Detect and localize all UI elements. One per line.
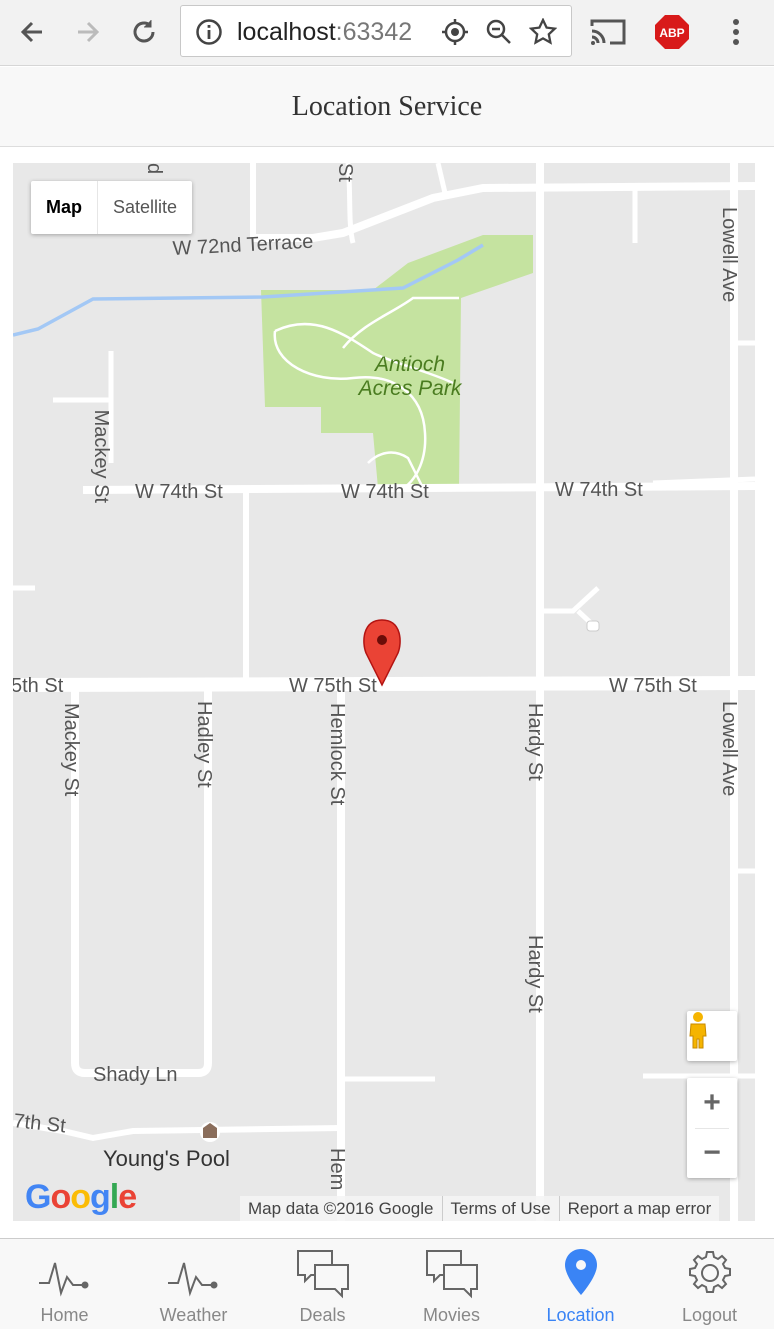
map-type-map-button[interactable]: Map — [31, 181, 98, 234]
tab-location[interactable]: Location — [516, 1239, 645, 1329]
pool-poi-icon[interactable] — [200, 1122, 220, 1142]
tab-label: Logout — [681, 1305, 738, 1325]
tab-label: Weather — [159, 1305, 228, 1325]
info-icon[interactable] — [195, 18, 223, 51]
tab-logout[interactable]: Logout — [645, 1239, 774, 1329]
adblock-icon[interactable]: ABP — [652, 12, 692, 52]
street-label: Lowell Ave — [718, 701, 740, 796]
street-label: W 72nd Terrace — [172, 231, 314, 260]
street-label: St — [334, 163, 356, 182]
pegman-icon[interactable] — [687, 1011, 737, 1061]
map-attribution: Map data ©2016 Google Terms of Use Repor… — [240, 1196, 720, 1221]
zoom-out-icon[interactable] — [485, 18, 513, 51]
bottom-tab-bar: Home Weather Deals Movies Location Logou… — [0, 1238, 774, 1329]
reload-icon[interactable] — [124, 12, 164, 52]
map-data-text: Map data ©2016 Google — [240, 1196, 443, 1221]
svg-text:ABP: ABP — [659, 26, 684, 40]
tab-deals[interactable]: Deals — [258, 1239, 387, 1329]
tab-home[interactable]: Home — [0, 1239, 129, 1329]
street-label: Hardy St — [524, 935, 546, 1013]
tab-label: Movies — [422, 1305, 480, 1325]
zoom-out-button[interactable]: − — [687, 1128, 737, 1178]
star-icon[interactable] — [528, 17, 558, 51]
google-logo[interactable]: Google — [25, 1178, 137, 1217]
poi-label: Young's Pool — [103, 1146, 230, 1171]
park-label: Antioch — [373, 353, 445, 376]
app-header: Location Service — [0, 67, 774, 147]
street-label: Lowell Ave — [718, 207, 740, 302]
street-label: W 74th St — [341, 481, 429, 503]
street-label: d — [143, 163, 165, 174]
chat-bubbles-icon — [425, 1250, 478, 1299]
map-type-satellite-button[interactable]: Satellite — [98, 181, 192, 234]
tab-label: Home — [40, 1305, 89, 1325]
url-text: localhost:63342 — [237, 18, 413, 46]
page-title: Location Service — [291, 90, 483, 122]
zoom-control: + − — [687, 1078, 737, 1178]
browser-toolbar: localhost:63342 ABP — [0, 0, 774, 66]
back-arrow-icon[interactable] — [12, 12, 52, 52]
tab-label: Location — [546, 1305, 615, 1325]
location-target-icon[interactable] — [441, 18, 469, 51]
street-label: Mackey St — [90, 410, 112, 504]
zoom-in-button[interactable]: + — [687, 1078, 737, 1128]
street-label: Hemlock St — [326, 703, 348, 806]
street-label: W 75th St — [609, 675, 697, 697]
report-error-link[interactable]: Report a map error — [560, 1196, 720, 1221]
location-pin-icon — [564, 1249, 597, 1295]
street-label: W 74th St — [135, 481, 223, 503]
more-menu-icon[interactable] — [716, 12, 756, 52]
street-label: W 75th St — [289, 675, 377, 697]
street-label: 7th St — [13, 1110, 67, 1137]
street-label: Hem — [326, 1148, 348, 1190]
street-label: 5th St — [13, 675, 64, 697]
street-label: Mackey St — [60, 703, 82, 797]
address-bar[interactable]: localhost:63342 — [180, 5, 572, 57]
map-canvas[interactable]: W 72nd Terrace W 74th St W 74th St W 74t… — [13, 163, 755, 1221]
street-label: Shady Ln — [93, 1064, 178, 1086]
street-label: Hardy St — [524, 703, 546, 781]
tab-movies[interactable]: Movies — [387, 1239, 516, 1329]
cast-icon[interactable] — [588, 12, 628, 52]
street-label: W 74th St — [555, 479, 643, 501]
chat-bubbles-icon — [296, 1250, 349, 1299]
forward-arrow-icon[interactable] — [68, 12, 108, 52]
terms-link[interactable]: Terms of Use — [443, 1196, 560, 1221]
park-label: Acres Park — [357, 377, 463, 400]
tab-weather[interactable]: Weather — [129, 1239, 258, 1329]
map-view[interactable]: W 72nd Terrace W 74th St W 74th St W 74t… — [13, 163, 755, 1221]
map-type-control: Map Satellite — [31, 181, 193, 234]
tab-label: Deals — [299, 1305, 346, 1325]
pulse-icon — [167, 1262, 217, 1297]
gear-icon — [688, 1251, 731, 1293]
street-label: Hadley St — [193, 701, 215, 788]
pulse-icon — [38, 1262, 88, 1297]
